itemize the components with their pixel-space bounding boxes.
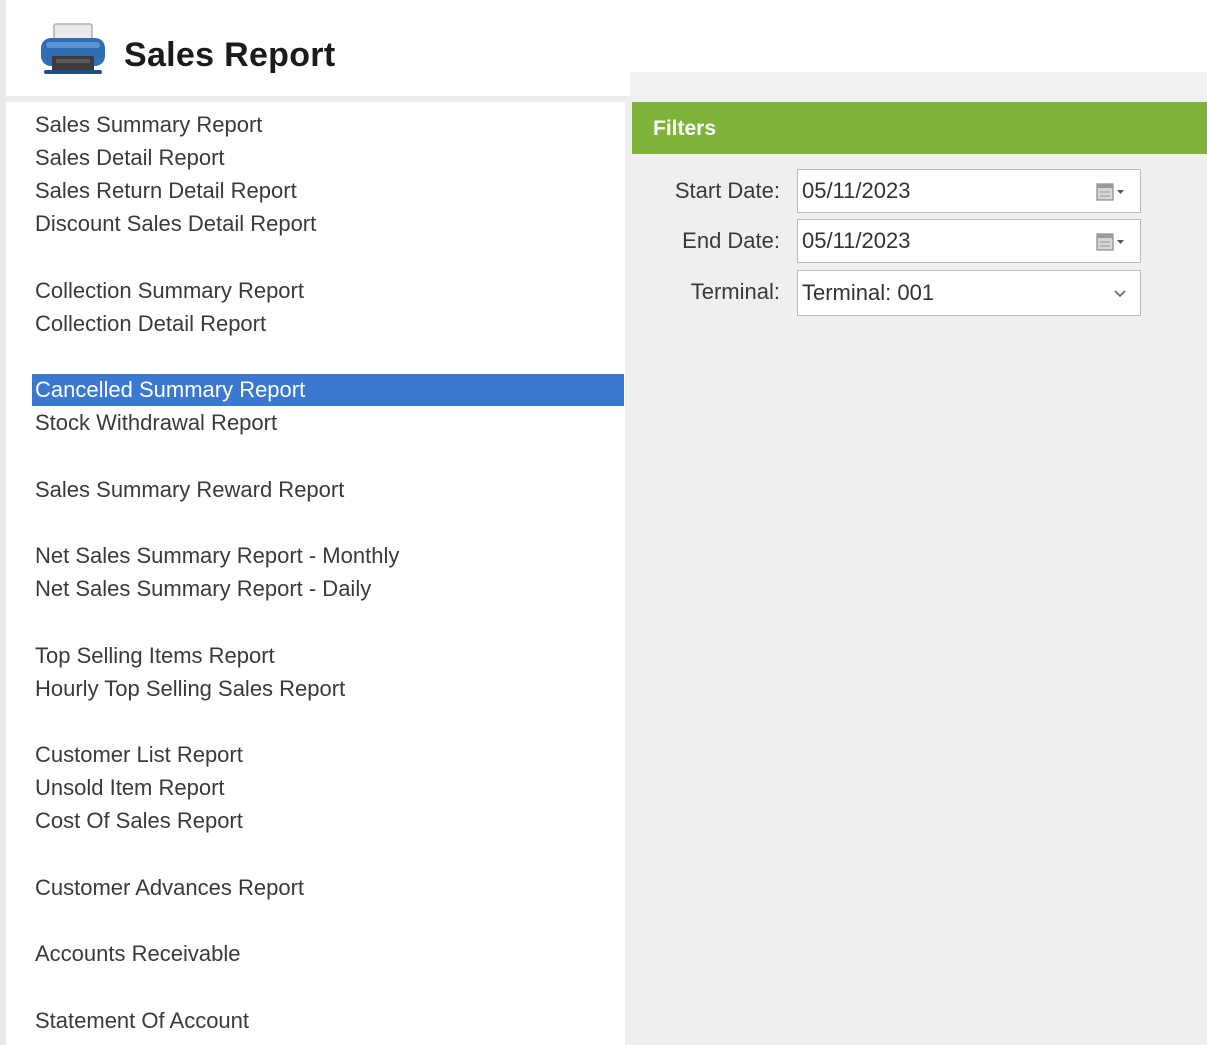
report-item-accounts-receivable[interactable]: Accounts Receivable [32, 938, 624, 970]
report-item-top-selling-items[interactable]: Top Selling Items Report [32, 640, 624, 672]
page-title: Sales Report [124, 36, 336, 74]
report-item-sales-detail[interactable]: Sales Detail Report [32, 142, 624, 174]
report-item-sales-summary[interactable]: Sales Summary Report [32, 109, 624, 141]
report-item-sales-return-detail[interactable]: Sales Return Detail Report [32, 175, 624, 207]
report-item-collection-summary[interactable]: Collection Summary Report [32, 275, 624, 307]
filters-title: Filters [653, 117, 717, 140]
report-item-statement-of-account[interactable]: Statement Of Account [32, 1005, 624, 1037]
report-item-net-sales-daily[interactable]: Net Sales Summary Report - Daily [32, 573, 624, 605]
chevron-down-icon[interactable] [1112, 285, 1128, 301]
report-item-sales-summary-reward[interactable]: Sales Summary Reward Report [32, 474, 624, 506]
filters-pane: Filters Start Date: 05/11/2023 End Date:… [625, 96, 1207, 1045]
report-list: Sales Summary Report Sales Detail Report… [6, 96, 625, 1045]
end-date-value[interactable]: 05/11/2023 [802, 227, 910, 255]
report-item-customer-advances[interactable]: Customer Advances Report [32, 872, 624, 904]
end-date-label: End Date: [682, 228, 780, 253]
report-item-cost-of-sales[interactable]: Cost Of Sales Report [32, 805, 624, 837]
report-item-customer-list[interactable]: Customer List Report [32, 739, 624, 771]
sales-report-window: Sales Report Sales Summary Report Sales … [0, 0, 1207, 1045]
filters-header: Filters [632, 102, 1207, 154]
report-item-hourly-top-selling[interactable]: Hourly Top Selling Sales Report [32, 673, 624, 705]
start-date-label: Start Date: [674, 178, 780, 203]
printer-icon [41, 23, 105, 74]
terminal-label: Terminal: [690, 279, 780, 304]
start-date-picker[interactable]: 05/11/2023 [797, 169, 1141, 213]
report-item-collection-detail[interactable]: Collection Detail Report [32, 308, 624, 340]
terminal-select[interactable]: Terminal: 001 [797, 270, 1141, 316]
report-item-cancelled-summary[interactable]: Cancelled Summary Report [32, 374, 624, 406]
report-item-discount-sales-detail[interactable]: Discount Sales Detail Report [32, 208, 624, 240]
report-item-stock-withdrawal[interactable]: Stock Withdrawal Report [32, 407, 624, 439]
end-date-picker[interactable]: 05/11/2023 [797, 219, 1141, 263]
calendar-dropdown-icon[interactable] [1096, 182, 1126, 202]
report-item-unsold-item[interactable]: Unsold Item Report [32, 772, 624, 804]
calendar-dropdown-icon[interactable] [1096, 232, 1126, 252]
report-item-net-sales-monthly[interactable]: Net Sales Summary Report - Monthly [32, 540, 624, 572]
terminal-value[interactable]: Terminal: 001 [802, 279, 934, 307]
start-date-value[interactable]: 05/11/2023 [802, 177, 910, 205]
